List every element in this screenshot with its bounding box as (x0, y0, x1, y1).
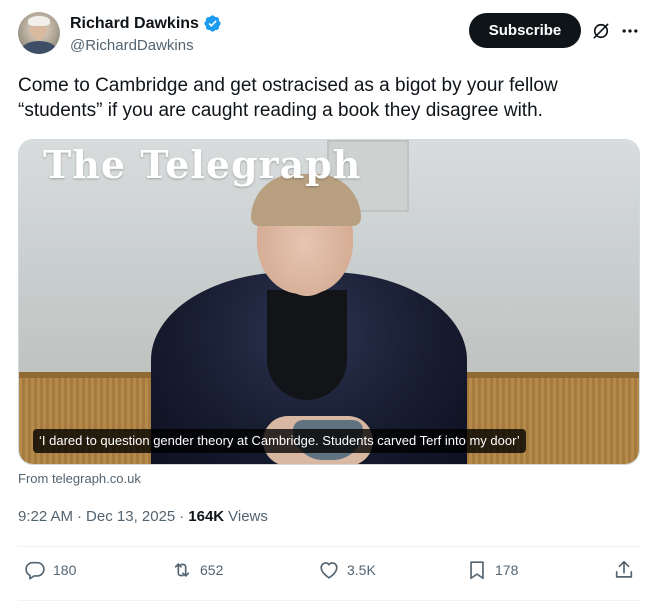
card-image (19, 140, 639, 464)
heart-icon (320, 562, 338, 579)
divider (18, 546, 640, 547)
verified-badge-icon (204, 15, 221, 32)
more-icon[interactable] (620, 21, 640, 41)
share-icon (615, 560, 633, 578)
like-button[interactable]: 3.5K (318, 559, 376, 581)
meta-separator: · (179, 508, 185, 525)
card-source[interactable]: From telegraph.co.uk (18, 471, 141, 486)
reply-icon (25, 561, 45, 580)
author-name-row: Richard Dawkins (70, 14, 222, 33)
avatar[interactable] (18, 12, 60, 54)
tweet-time[interactable]: 9:22 AM (18, 508, 73, 525)
bookmark-icon (470, 561, 484, 580)
link-card[interactable]: The Telegraph ‘I dared to question gende… (18, 139, 640, 465)
reply-count: 180 (53, 562, 77, 578)
reply-button[interactable]: 180 (24, 559, 76, 581)
bookmark-count: 178 (495, 562, 519, 578)
avatar-shoulders (21, 41, 57, 54)
avatar-hair (28, 16, 50, 26)
like-count: 3.5K (347, 562, 376, 578)
bookmark-button[interactable]: 178 (466, 559, 518, 581)
meta-separator: · (77, 508, 83, 525)
author-handle[interactable]: @RichardDawkins (70, 37, 194, 54)
subscribe-button[interactable]: Subscribe (469, 13, 581, 48)
author-name[interactable]: Richard Dawkins (70, 15, 199, 33)
tweet-meta: 9:22 AM · Dec 13, 2025 · 164K Views (18, 508, 268, 525)
repost-icon (174, 563, 190, 577)
views-count: 164K (188, 508, 225, 525)
share-button[interactable] (613, 559, 635, 581)
tweet-date[interactable]: Dec 13, 2025 (86, 508, 175, 525)
publisher-logo: The Telegraph (43, 142, 362, 187)
person-shirt (267, 290, 347, 400)
divider (18, 600, 640, 601)
repost-button[interactable]: 652 (171, 559, 223, 581)
action-bar: 180 652 3.5K 178 (18, 559, 640, 591)
views-label: Views (228, 508, 268, 525)
tweet-text: Come to Cambridge and get ostracised as … (18, 75, 558, 121)
tweet-header: Richard Dawkins @RichardDawkins Subscrib… (18, 12, 640, 56)
repost-count: 652 (200, 562, 224, 578)
grok-icon[interactable] (591, 21, 611, 41)
card-headline: ‘I dared to question gender theory at Ca… (33, 429, 526, 453)
